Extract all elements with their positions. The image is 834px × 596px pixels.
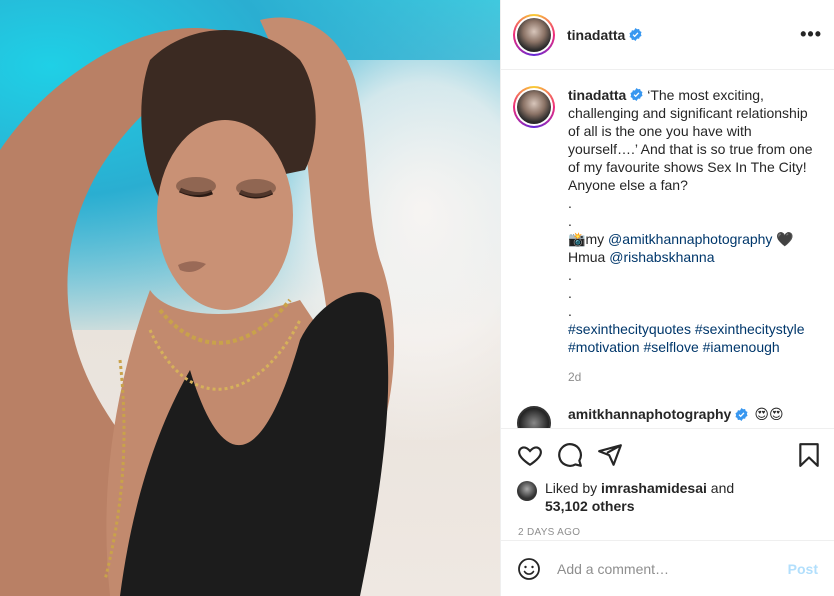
commenter-avatar[interactable] <box>517 406 551 428</box>
likes-prefix: Liked by <box>545 480 602 496</box>
woman-in-swimsuit-illustration <box>0 17 395 596</box>
verified-icon <box>735 408 748 421</box>
comments-section: tinadatta ‘The most exciting, challengin… <box>501 70 834 428</box>
post-header: tinadatta ••• <box>501 0 834 70</box>
caption-avatar[interactable] <box>513 86 555 128</box>
author-avatar[interactable] <box>513 13 555 56</box>
caption-username[interactable]: tinadatta <box>568 87 626 103</box>
comment-input[interactable] <box>557 560 788 577</box>
hmua-mention[interactable]: @rishabskhanna <box>609 249 714 265</box>
actions-area: Liked by imrashamidesai and 53,102 others… <box>501 428 834 540</box>
photographer-mention[interactable]: @amitkhannaphotography <box>608 231 772 247</box>
hashtags[interactable]: #sexinthecityquotes #sexinthecitystyle #… <box>568 321 808 355</box>
caption-text: tinadatta ‘The most exciting, challengin… <box>568 86 818 386</box>
action-icons <box>517 439 822 471</box>
liker-username[interactable]: imrashamidesai <box>601 480 707 496</box>
credit-prefix: my <box>585 231 608 247</box>
likes-text: Liked by imrashamidesai and 53,102 others <box>545 479 734 515</box>
caption: tinadatta ‘The most exciting, challengin… <box>513 86 818 386</box>
instagram-post: tinadatta ••• tinadatta ‘The most exciti… <box>0 0 834 596</box>
liker-avatar[interactable] <box>517 481 537 501</box>
add-comment-bar: Post <box>501 540 834 596</box>
hmua-prefix: Hmua <box>568 249 606 265</box>
commenter-username[interactable]: amitkhannaphotography <box>568 406 731 422</box>
caption-dots-2: . . . <box>568 267 572 319</box>
share-icon[interactable] <box>597 442 623 468</box>
camera-emoji: 📸 <box>568 231 586 247</box>
heart-icon[interactable] <box>517 442 543 468</box>
heart-emoji: 🖤 <box>772 231 794 247</box>
verified-icon <box>629 28 642 41</box>
comment-icon[interactable] <box>557 442 583 468</box>
caption-dots: . . <box>568 195 572 229</box>
caption-time[interactable]: 2d <box>568 368 818 386</box>
post-details-panel: tinadatta ••• tinadatta ‘The most exciti… <box>500 0 834 596</box>
author-username[interactable]: tinadatta <box>567 27 625 43</box>
bookmark-icon[interactable] <box>796 442 822 468</box>
likes-summary: Liked by imrashamidesai and 53,102 others <box>517 479 822 515</box>
post-date[interactable]: 2 DAYS AGO <box>518 527 822 538</box>
comment-preview: amitkhannaphotography 😍😍 <box>513 406 818 428</box>
comment-emoji: 😍😍 <box>754 406 784 422</box>
more-options-button[interactable]: ••• <box>800 24 822 45</box>
verified-icon <box>630 88 643 101</box>
post-photo[interactable] <box>0 0 500 596</box>
emoji-icon[interactable] <box>517 557 541 581</box>
likes-others[interactable]: 53,102 others <box>545 498 635 514</box>
likes-middle: and <box>706 480 735 496</box>
post-comment-button[interactable]: Post <box>788 561 818 577</box>
